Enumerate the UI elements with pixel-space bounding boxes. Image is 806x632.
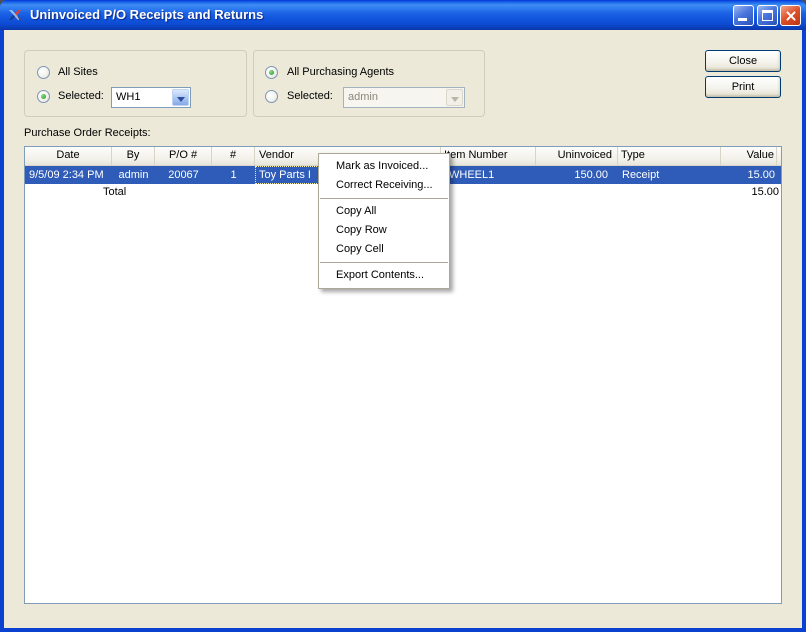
- all-agents-radio[interactable]: [265, 66, 278, 79]
- chevron-down-icon: [446, 89, 463, 106]
- menu-item-export-contents[interactable]: Export Contents...: [319, 266, 449, 285]
- cell-num[interactable]: 1: [212, 166, 255, 184]
- maximize-icon: [762, 10, 773, 21]
- grid-label: Purchase Order Receipts:: [24, 127, 151, 139]
- menu-separator: [320, 262, 448, 263]
- print-button[interactable]: Print: [705, 76, 781, 98]
- column-header-by[interactable]: By: [112, 147, 155, 165]
- selected-agent-label: Selected:: [287, 90, 333, 102]
- agent-combobox: admin: [343, 87, 465, 108]
- chevron-down-icon[interactable]: [172, 89, 189, 106]
- column-header-po[interactable]: P/O #: [155, 147, 212, 165]
- minimize-icon: [738, 18, 747, 21]
- column-header-type[interactable]: Type: [618, 147, 721, 165]
- menu-item-mark-as-invoiced[interactable]: Mark as Invoiced...: [319, 157, 449, 176]
- maximize-button[interactable]: [757, 5, 778, 26]
- menu-item-copy-row[interactable]: Copy Row: [319, 221, 449, 240]
- site-combobox-value: WH1: [116, 91, 141, 103]
- cell-value[interactable]: 15.00: [721, 166, 777, 184]
- menu-separator: [320, 198, 448, 199]
- column-header-uninvoiced[interactable]: Uninvoiced: [536, 147, 618, 165]
- selected-agent-radio[interactable]: [265, 90, 278, 103]
- selected-site-label: Selected:: [58, 90, 104, 102]
- titlebar[interactable]: Uninvoiced P/O Receipts and Returns: [0, 0, 806, 30]
- cell-type[interactable]: Receipt: [618, 166, 721, 184]
- context-menu: Mark as Invoiced... Correct Receiving...…: [318, 153, 450, 289]
- cell-by[interactable]: admin: [112, 166, 155, 184]
- total-label: Total: [103, 186, 127, 198]
- site-combobox[interactable]: WH1: [111, 87, 191, 108]
- menu-item-copy-cell[interactable]: Copy Cell: [319, 240, 449, 259]
- menu-item-copy-all[interactable]: Copy All: [319, 202, 449, 221]
- minimize-button[interactable]: [733, 5, 754, 26]
- agents-filter-panel: All Purchasing Agents Selected: admin: [253, 50, 485, 117]
- agent-combobox-value: admin: [348, 91, 378, 103]
- all-agents-label: All Purchasing Agents: [287, 66, 395, 78]
- column-header-value[interactable]: Value: [721, 147, 777, 165]
- selected-site-radio[interactable]: [37, 90, 50, 103]
- app-x-logo-icon: [9, 10, 21, 20]
- close-button[interactable]: Close: [705, 50, 781, 72]
- close-window-button[interactable]: [780, 5, 801, 26]
- total-value: 15.00: [751, 186, 779, 198]
- menu-item-correct-receiving[interactable]: Correct Receiving...: [319, 176, 449, 195]
- column-header-num[interactable]: #: [212, 147, 255, 165]
- cell-po[interactable]: 20067: [155, 166, 212, 184]
- column-header-item[interactable]: Item Number: [441, 147, 536, 165]
- cell-uninvoiced[interactable]: 150.00: [536, 166, 618, 184]
- cell-date[interactable]: 9/5/09 2:34 PM: [25, 166, 112, 184]
- all-sites-label: All Sites: [58, 66, 98, 78]
- sites-filter-panel: All Sites Selected: WH1: [24, 50, 247, 117]
- dialog-client-area: All Sites Selected: WH1 All Purchasing A…: [4, 30, 802, 628]
- column-header-date[interactable]: Date: [25, 147, 112, 165]
- window-title: Uninvoiced P/O Receipts and Returns: [30, 7, 264, 22]
- cell-item[interactable]: WHEEL1: [441, 166, 536, 184]
- all-sites-radio[interactable]: [37, 66, 50, 79]
- dialog-window: Uninvoiced P/O Receipts and Returns All …: [0, 0, 806, 632]
